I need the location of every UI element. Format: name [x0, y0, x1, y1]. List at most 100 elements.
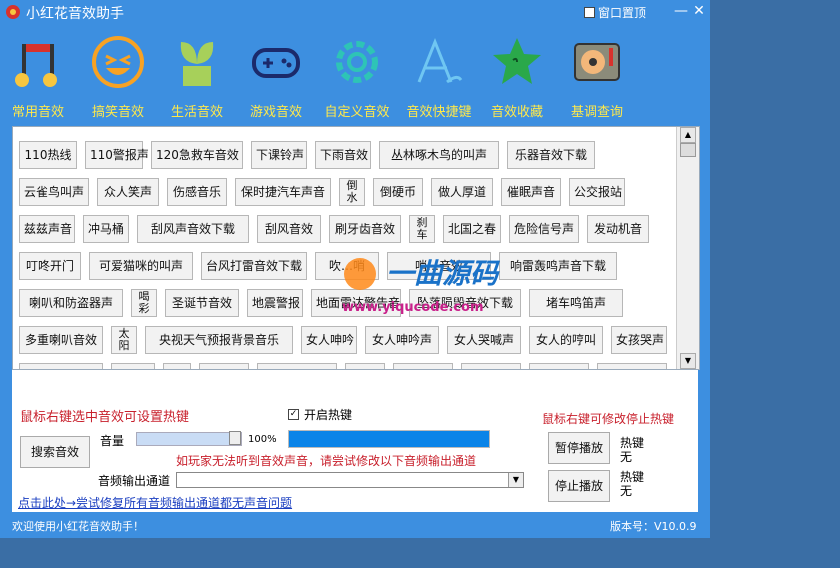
search-sound-button[interactable]: 搜索音效: [20, 436, 90, 468]
sound-button[interactable]: 冲马桶: [83, 215, 129, 243]
hotkey-hint: 鼠标右键选中音效可设置热键: [20, 410, 190, 425]
nav-funny[interactable]: 搞笑音效: [77, 30, 159, 120]
scroll-up-icon[interactable]: ▲: [680, 127, 696, 143]
nav-favorites[interactable]: 音效收藏: [476, 30, 558, 120]
window-title: 小红花音效助手: [26, 6, 124, 22]
sound-button-cut[interactable]: [257, 363, 337, 369]
sound-button-cut[interactable]: [345, 363, 385, 369]
laughing-face-icon: [92, 36, 144, 88]
sound-button[interactable]: 下雨音效: [315, 141, 371, 169]
sound-button[interactable]: 吹…哨: [315, 252, 379, 280]
volume-slider[interactable]: [136, 431, 242, 446]
sound-button[interactable]: 刮风音效: [257, 215, 321, 243]
scroll-down-icon[interactable]: ▼: [680, 353, 696, 369]
flower-logo-icon: [6, 5, 20, 19]
sound-button[interactable]: 喝彩: [131, 289, 157, 317]
sound-button-cut[interactable]: [461, 363, 521, 369]
version-text: 版本号：V10.0.9: [610, 520, 697, 533]
hotkey-value: 无: [620, 484, 633, 498]
nav-life[interactable]: 生活音效: [156, 30, 238, 120]
sound-button[interactable]: 可爱猫咪的叫声: [89, 252, 193, 280]
checkbox-checked-icon[interactable]: ✓: [288, 409, 299, 420]
sound-button[interactable]: 堵车鸣笛声: [529, 289, 623, 317]
sound-button[interactable]: 众人笑声: [97, 178, 159, 206]
stop-hotkey-hint: 鼠标右键可修改停止热键: [542, 412, 675, 426]
minimize-button[interactable]: —: [672, 3, 690, 19]
sound-button[interactable]: 台风打雷音效下载: [201, 252, 307, 280]
sound-button-cut[interactable]: [19, 363, 103, 369]
repair-audio-link[interactable]: 点击此处→尝试修复所有音频输出通道都无声音问题: [18, 494, 292, 511]
sound-button[interactable]: 保时捷汽车声音: [235, 178, 331, 206]
chevron-down-icon[interactable]: ▼: [508, 473, 523, 487]
nav-game[interactable]: 游戏音效: [235, 30, 317, 120]
sound-button[interactable]: 刮风声音效下载: [137, 215, 249, 243]
sound-button[interactable]: 110热线: [19, 141, 77, 169]
sound-button-cut[interactable]: [597, 363, 667, 369]
sound-button[interactable]: 坠落陨毁音效下载: [409, 289, 521, 317]
sound-button[interactable]: 乐器音效下载: [507, 141, 595, 169]
sound-button[interactable]: 倒硬币: [373, 178, 423, 206]
sound-button[interactable]: 110警报声: [85, 141, 149, 169]
nav-label: 自定义音效: [324, 105, 390, 120]
sound-button[interactable]: 央视天气预报背景音乐: [145, 326, 293, 354]
sound-button[interactable]: 响雷轰鸣声音下载: [499, 252, 617, 280]
sound-button[interactable]: 女人哭喊声: [447, 326, 521, 354]
sound-button[interactable]: 哨…音效: [387, 252, 491, 280]
stop-button[interactable]: 停止播放: [548, 470, 610, 502]
pin-checkbox-box[interactable]: [584, 7, 595, 18]
stop-hotkey: 热键 无: [620, 470, 644, 498]
sound-button[interactable]: 地面雷达警告音: [311, 289, 401, 317]
sound-button[interactable]: 女人呻吟声: [365, 326, 439, 354]
sound-button[interactable]: 做人厚道: [431, 178, 493, 206]
volume-percent: 100%: [248, 434, 277, 445]
enable-hotkey-checkbox[interactable]: ✓ 开启热键: [288, 406, 352, 423]
close-button[interactable]: ✕: [690, 3, 708, 19]
scroll-thumb[interactable]: [680, 143, 696, 157]
vertical-scrollbar[interactable]: ▲ ▼: [676, 127, 699, 369]
sound-button[interactable]: 女人呻吟: [301, 326, 357, 354]
sound-button[interactable]: 刹车: [409, 215, 435, 243]
sound-button[interactable]: 危险信号声: [509, 215, 579, 243]
sound-button-cut[interactable]: [111, 363, 155, 369]
sound-button[interactable]: 下课铃声: [251, 141, 307, 169]
sound-button[interactable]: 叮咚开门: [19, 252, 81, 280]
volume-slider-thumb[interactable]: [229, 431, 241, 445]
nav-hotkeys[interactable]: 音效快捷键: [398, 30, 480, 120]
sound-button-cut[interactable]: [163, 363, 191, 369]
sound-button[interactable]: 太阳: [111, 326, 137, 354]
sound-button[interactable]: 圣诞节音效: [165, 289, 239, 317]
sound-button[interactable]: 倒水: [339, 178, 365, 206]
nav-label: 音效收藏: [490, 105, 543, 120]
sound-button[interactable]: 女孩哭声: [611, 326, 667, 354]
sound-button[interactable]: 云雀鸟叫声: [19, 178, 89, 206]
sound-button[interactable]: 兹兹声音: [19, 215, 75, 243]
sound-button[interactable]: 伤感音乐: [167, 178, 227, 206]
pin-window-checkbox[interactable]: 窗口置顶: [584, 4, 646, 21]
nav-custom[interactable]: 自定义音效: [316, 30, 398, 120]
gear-icon: [336, 41, 378, 83]
sound-button[interactable]: 发动机音: [587, 215, 649, 243]
sound-button[interactable]: 北国之春: [443, 215, 501, 243]
sound-button[interactable]: 丛林啄木鸟的叫声: [379, 141, 499, 169]
star-icon: [493, 38, 541, 84]
sound-button[interactable]: 地震警报: [247, 289, 303, 317]
sound-button[interactable]: 催眠声音: [501, 178, 561, 206]
pen-icon: [417, 37, 463, 84]
sound-button[interactable]: 喇叭和防盗器声: [19, 289, 123, 317]
sound-button[interactable]: 公交报站: [569, 178, 625, 206]
nav-tone-query[interactable]: 基调查询: [556, 30, 638, 120]
nav-common[interactable]: 常用音效: [0, 30, 79, 120]
welcome-text: 欢迎使用小红花音效助手！: [12, 520, 144, 533]
turntable-icon: [574, 43, 620, 81]
sound-button[interactable]: 多重喇叭音效: [19, 326, 103, 354]
sound-button[interactable]: 女人的哼叫: [529, 326, 603, 354]
sound-button-cut[interactable]: [199, 363, 249, 369]
title-bar: 小红花音效助手 窗口置顶 — ✕: [0, 0, 710, 24]
sound-button[interactable]: 120急救车音效: [151, 141, 243, 169]
sound-button-cut[interactable]: [393, 363, 453, 369]
sound-button-cut[interactable]: [529, 363, 589, 369]
output-channel-select[interactable]: ▼: [176, 472, 524, 488]
pause-button[interactable]: 暂停播放: [548, 432, 610, 464]
sound-button[interactable]: 刷牙齿音效: [329, 215, 401, 243]
main-window: 小红花音效助手 窗口置顶 — ✕ 常用音效 搞笑音效 生活音效 游戏音效 自定义…: [0, 0, 710, 538]
